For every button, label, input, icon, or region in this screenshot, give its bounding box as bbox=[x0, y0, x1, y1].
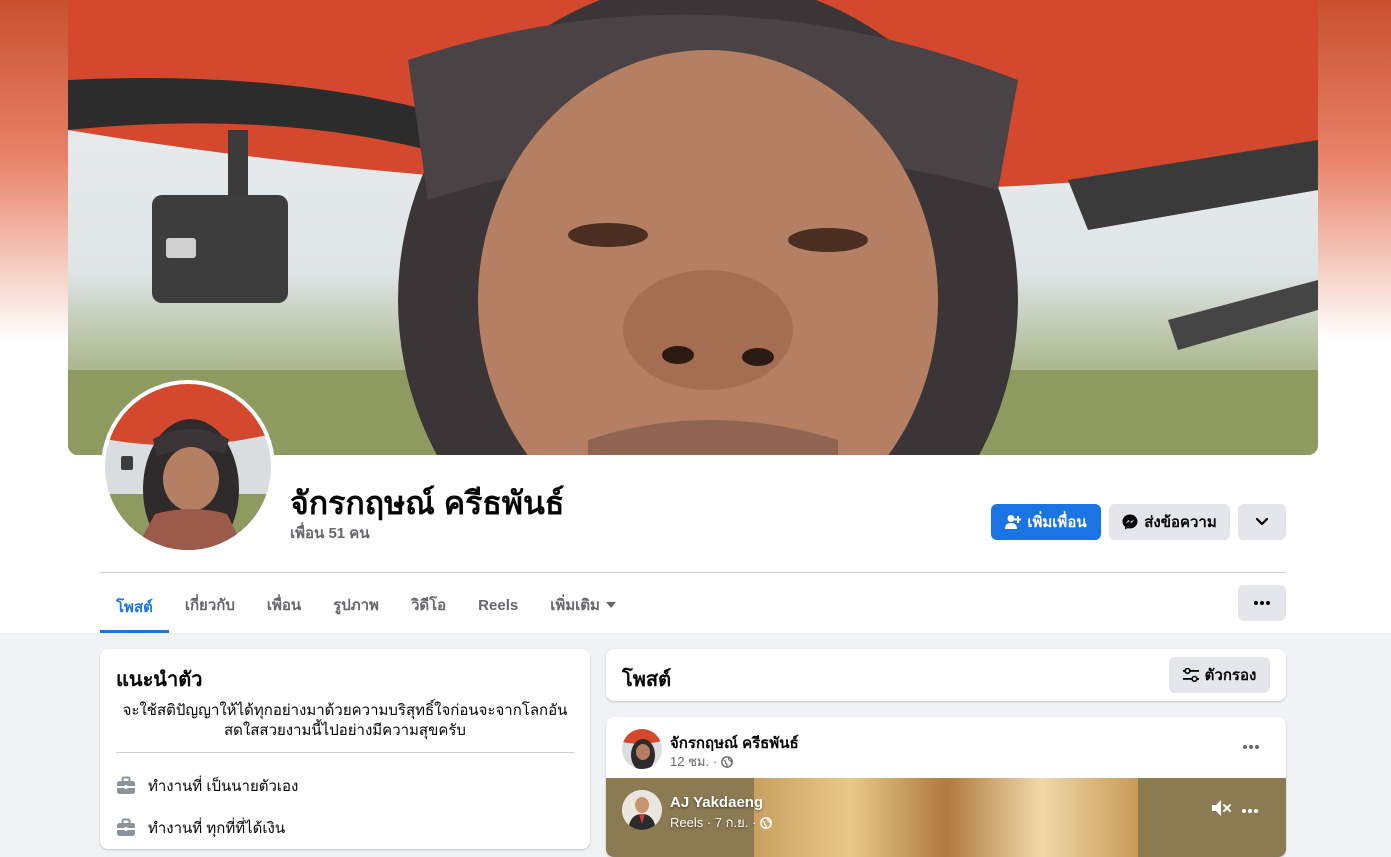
profile-picture[interactable] bbox=[101, 380, 275, 554]
intro-item-text: ทำงานที่ เป็นนายตัวเอง bbox=[148, 778, 299, 795]
globe-icon bbox=[721, 755, 733, 768]
tab-label: โพสต์ bbox=[116, 598, 153, 616]
tab-more[interactable]: เพิ่มเติม bbox=[534, 580, 632, 630]
reel-thumbnail bbox=[754, 778, 1138, 857]
ellipsis-icon bbox=[1254, 601, 1270, 605]
intro-item-text: ทำงานที่ ทุกที่ที่ได้เงิน bbox=[148, 820, 286, 837]
caret-down-icon bbox=[605, 602, 616, 608]
profile-tabs: โพสต์ เกี่ยวกับ เพื่อน รูปภาพ วิดีโอ Ree… bbox=[100, 580, 632, 633]
avatar-image bbox=[622, 729, 662, 769]
ellipsis-icon bbox=[1242, 809, 1258, 813]
intro-bio: จะใช้สติปัญญาให้ได้ทุกอย่างมาด้วยความบริ… bbox=[122, 702, 568, 739]
intro-work-item: ทำงานที่ เป็นนายตัวเอง bbox=[116, 774, 298, 798]
post-time[interactable]: 12 ชม. · bbox=[670, 751, 717, 772]
post-author-avatar[interactable] bbox=[622, 729, 662, 769]
filter-icon bbox=[1182, 668, 1199, 682]
add-friend-icon bbox=[1005, 515, 1022, 529]
ellipsis-icon bbox=[1243, 745, 1259, 749]
intro-work-item: ทำงานที่ ทุกที่ที่ได้เงิน bbox=[116, 816, 285, 840]
messenger-icon bbox=[1122, 514, 1138, 530]
header-divider bbox=[100, 572, 1286, 573]
filter-button[interactable]: ตัวกรอง bbox=[1169, 657, 1270, 693]
filter-label: ตัวกรอง bbox=[1204, 667, 1257, 684]
tab-label: เกี่ยวกับ bbox=[184, 597, 235, 614]
tab-friends[interactable]: เพื่อน bbox=[251, 580, 317, 630]
reel-author-avatar[interactable] bbox=[622, 790, 662, 830]
post-meta: 12 ชม. · bbox=[670, 751, 733, 772]
tab-label: Reels bbox=[478, 596, 519, 614]
tab-videos[interactable]: วิดีโอ bbox=[395, 580, 462, 630]
friends-count[interactable]: เพื่อน 51 คน bbox=[290, 521, 370, 545]
tabs-more-button[interactable] bbox=[1238, 585, 1286, 621]
tab-label: เพื่อน bbox=[266, 597, 302, 614]
message-label: ส่งข้อความ bbox=[1144, 514, 1217, 531]
reel-options-button[interactable] bbox=[1242, 800, 1258, 818]
reel-meta: Reels · 7 ก.ย. · bbox=[670, 812, 773, 833]
tab-photos[interactable]: รูปภาพ bbox=[317, 580, 395, 630]
speaker-muted-icon bbox=[1212, 800, 1231, 816]
post-card: จักรกฤษณ์ ครีธพันธ์ 12 ชม. · AJ Yakdaeng… bbox=[606, 717, 1286, 857]
add-friend-label: เพิ่มเพื่อน bbox=[1027, 514, 1087, 531]
add-friend-button[interactable]: เพิ่มเพื่อน bbox=[991, 504, 1101, 540]
post-options-button[interactable] bbox=[1236, 735, 1266, 759]
tab-posts[interactable]: โพสต์ bbox=[100, 580, 169, 633]
mute-button[interactable] bbox=[1210, 798, 1232, 823]
posts-header-card: โพสต์ ตัวกรอง bbox=[606, 649, 1286, 701]
globe-icon bbox=[760, 816, 773, 829]
tab-label: รูปภาพ bbox=[333, 597, 379, 614]
posts-title: โพสต์ bbox=[622, 669, 672, 691]
intro-card: แนะนำตัว จะใช้สติปัญญาให้ได้ทุกอย่างมาด้… bbox=[100, 649, 590, 849]
briefcase-icon bbox=[117, 776, 135, 794]
reel-meta-text: Reels · 7 ก.ย. · bbox=[670, 815, 757, 830]
tab-label: เพิ่มเติม bbox=[550, 597, 600, 614]
more-actions-button[interactable] bbox=[1238, 504, 1286, 540]
reel-author-name[interactable]: AJ Yakdaeng bbox=[670, 794, 763, 811]
shared-reel-video[interactable]: AJ Yakdaeng Reels · 7 ก.ย. · bbox=[606, 778, 1286, 857]
tab-reels[interactable]: Reels bbox=[462, 580, 534, 630]
briefcase-icon bbox=[117, 818, 135, 836]
tab-about[interactable]: เกี่ยวกับ bbox=[169, 580, 251, 630]
intro-divider bbox=[116, 752, 574, 753]
intro-title: แนะนำตัว bbox=[116, 669, 203, 691]
tab-label: วิดีโอ bbox=[410, 597, 447, 614]
chevron-down-icon bbox=[1255, 517, 1269, 526]
profile-picture-illustration bbox=[105, 384, 271, 550]
avatar-image bbox=[622, 790, 662, 830]
message-button[interactable]: ส่งข้อความ bbox=[1109, 504, 1230, 540]
